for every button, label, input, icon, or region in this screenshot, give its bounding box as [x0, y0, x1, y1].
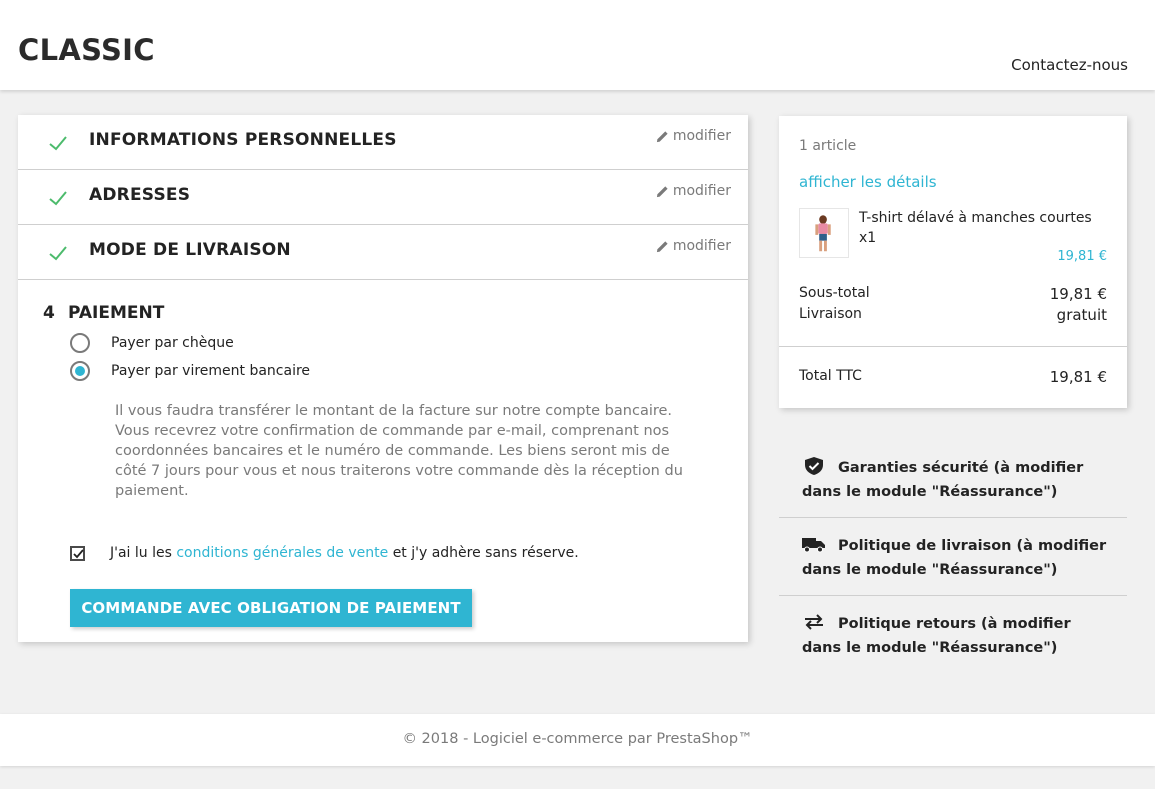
product-price: 19,81 €	[1057, 249, 1107, 264]
product-quantity: x1	[859, 230, 877, 246]
edit-label: modifier	[672, 183, 731, 199]
bank-wire-info: Il vous faudra transférer le montant de …	[115, 403, 683, 499]
product-image	[815, 215, 831, 252]
pencil-icon	[656, 185, 668, 197]
edit-label: modifier	[672, 128, 731, 144]
pencil-icon	[656, 240, 668, 252]
step-delivery[interactable]: MODE DE LIVRAISON modifier	[18, 225, 748, 280]
step-addresses[interactable]: ADRESSES modifier	[18, 170, 748, 225]
terms-suffix: et j'y adhère sans réserve.	[392, 545, 579, 561]
terms-checkbox[interactable]	[70, 545, 85, 561]
reassurance-block: Garanties sécurité (à modifier dans le m…	[779, 440, 1127, 674]
edit-label: modifier	[672, 238, 731, 254]
product-name[interactable]: T-shirt délavé à manches courtes	[859, 208, 1099, 228]
reassurance-text: Politique retours (à modifier dans le mo…	[802, 616, 1071, 656]
terms-link[interactable]: conditions générales de vente	[176, 545, 388, 561]
total-label: Total TTC	[799, 368, 862, 384]
payment-option-bank-wire[interactable]: Payer par virement bancaire	[70, 361, 310, 381]
reassurance-text: Garanties sécurité (à modifier dans le m…	[802, 460, 1084, 500]
checkout-steps-card: INFORMATIONS PERSONNELLES modifier ADRES…	[18, 115, 748, 642]
radio-cheque[interactable]	[70, 333, 90, 353]
shipping-label: Livraison	[799, 306, 862, 322]
terms-text: J'ai lu les conditions générales de vent…	[110, 545, 579, 561]
place-order-button[interactable]: COMMANDE AVEC OBLIGATION DE PAIEMENT	[70, 589, 472, 627]
reassurance-item: Politique retours (à modifier dans le mo…	[779, 596, 1127, 674]
site-header: CLASSIC Contactez-nous	[0, 0, 1155, 90]
subtotal-value: 19,81 €	[1049, 285, 1107, 303]
contact-link[interactable]: Contactez-nous	[1011, 56, 1128, 74]
payment-option-cheque[interactable]: Payer par chèque	[70, 333, 234, 353]
payment-title: PAIEMENT	[68, 303, 165, 323]
divider	[779, 346, 1127, 347]
step-title: ADRESSES	[89, 185, 191, 205]
site-footer: © 2018 - Logiciel e-commerce par PrestaS…	[0, 714, 1155, 766]
product-thumbnail[interactable]	[799, 208, 849, 258]
product-info: T-shirt délavé à manches courtes x1	[859, 208, 1099, 248]
footer-text[interactable]: © 2018 - Logiciel e-commerce par PrestaS…	[402, 731, 752, 747]
shipping-value: gratuit	[1056, 306, 1107, 324]
reassurance-text: Politique de livraison (à modifier dans …	[802, 538, 1107, 578]
edit-addresses-link[interactable]: modifier	[656, 183, 731, 199]
step-title: INFORMATIONS PERSONNELLES	[89, 130, 397, 150]
payment-step-title: 4 PAIEMENT	[43, 303, 164, 323]
payment-option-label[interactable]: Payer par virement bancaire	[111, 363, 310, 379]
check-icon	[49, 191, 67, 206]
truck-icon	[802, 538, 825, 553]
swap-arrows-icon	[805, 614, 823, 630]
payment-option-label[interactable]: Payer par chèque	[111, 335, 234, 351]
cart-summary: 1 article afficher les détails T-shirt d…	[779, 116, 1127, 408]
reassurance-item: Garanties sécurité (à modifier dans le m…	[779, 440, 1127, 518]
terms-row: J'ai lu les conditions générales de vent…	[70, 545, 579, 561]
checkmark-icon	[73, 548, 84, 558]
shipping-line: Livraison gratuit	[799, 306, 1107, 324]
total-value: 19,81 €	[1049, 368, 1107, 386]
edit-personal-info-link[interactable]: modifier	[656, 128, 731, 144]
check-icon	[49, 136, 67, 151]
step-number: 4	[43, 303, 55, 323]
terms-prefix: J'ai lu les	[110, 545, 172, 561]
step-title: MODE DE LIVRAISON	[89, 240, 291, 260]
edit-delivery-link[interactable]: modifier	[656, 238, 731, 254]
shop-logo[interactable]: CLASSIC	[18, 33, 155, 67]
check-icon	[49, 246, 67, 261]
subtotal-line: Sous-total 19,81 €	[799, 285, 1107, 303]
item-count: 1 article	[799, 138, 857, 154]
step-personal-info[interactable]: INFORMATIONS PERSONNELLES modifier	[18, 115, 748, 170]
shield-check-icon	[805, 457, 823, 475]
show-details-link[interactable]: afficher les détails	[799, 173, 937, 191]
radio-bank-wire[interactable]	[70, 361, 90, 381]
total-line: Total TTC 19,81 €	[799, 368, 1107, 386]
reassurance-item: Politique de livraison (à modifier dans …	[779, 518, 1127, 596]
pencil-icon	[656, 130, 668, 142]
subtotal-label: Sous-total	[799, 285, 870, 301]
